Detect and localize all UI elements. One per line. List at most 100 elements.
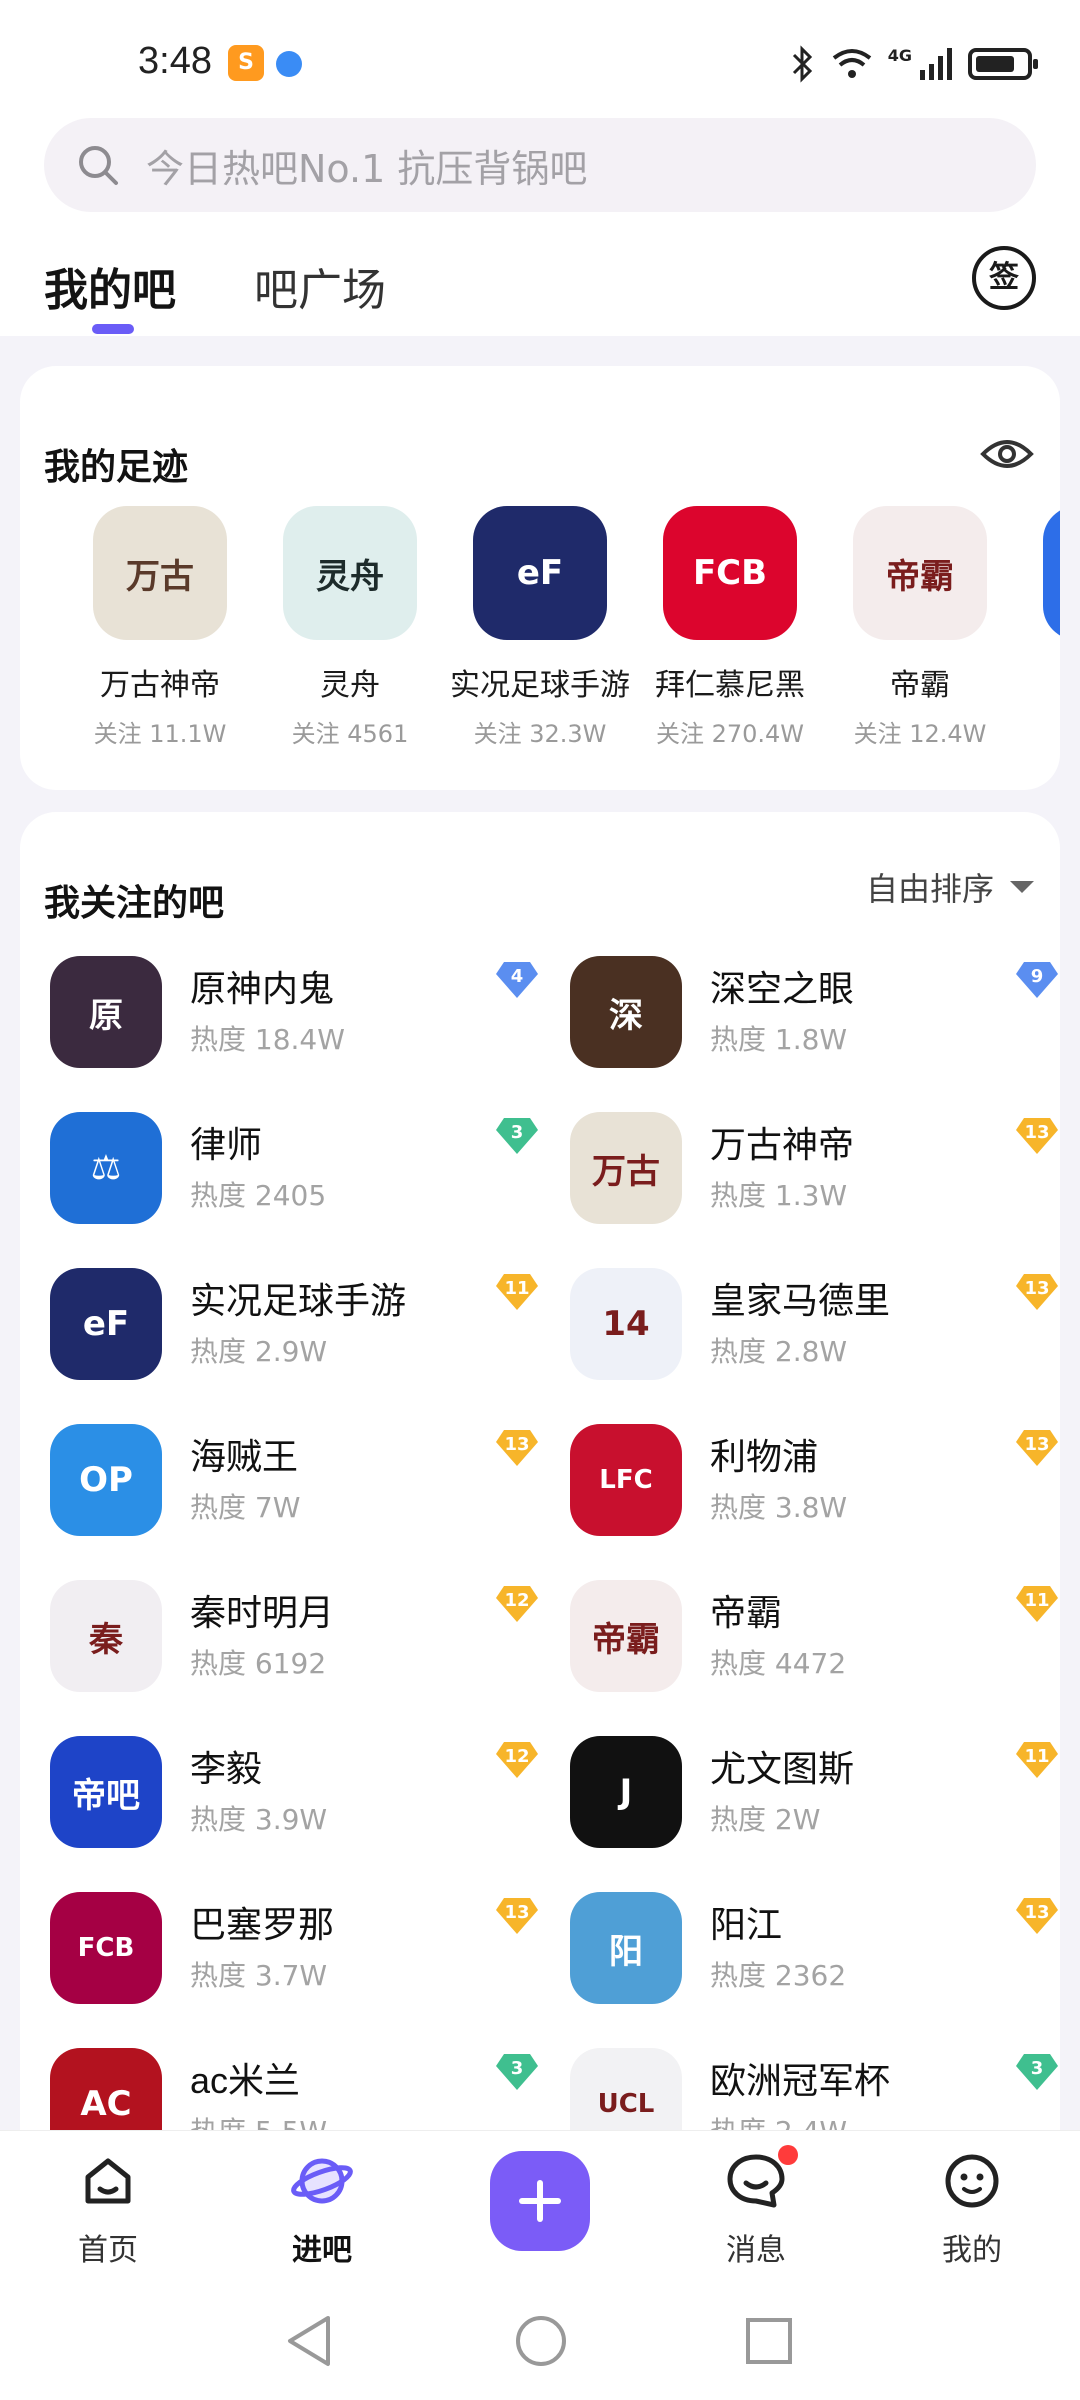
footprint-follow-count: 关注 12.4W (853, 720, 987, 748)
nav-home[interactable]: 首页 (38, 2151, 178, 2269)
wifi-icon (832, 49, 871, 78)
level-badge: 13 (1014, 1896, 1060, 1936)
search-bar[interactable]: 今日热吧No.1 抗压背锅吧 (44, 118, 1036, 212)
level-badge: 4 (494, 960, 540, 1000)
bar-avatar-art: AC (80, 2084, 132, 2124)
level-badge: 12 (494, 1740, 540, 1780)
followed-bar-item[interactable]: UCL 欧洲冠军杯热度 2.4W 3 (570, 2038, 1080, 2130)
footprint-name: 实况足球手游 (450, 668, 630, 703)
followed-bar-item[interactable]: LFC 利物浦 热度 3.8W 13 (570, 1414, 1080, 1570)
content-area: 我的足迹 万古 万古神帝 关注 11.1W 灵舟 灵舟 关注 4561 eF 实况足球手游 关注… (0, 336, 1080, 2130)
bar-name: 帝霸 (710, 1592, 783, 1633)
followed-bar-item[interactable]: 帝霸 帝霸 热度 4472 11 (570, 1570, 1080, 1726)
bar-avatar: eF (50, 1268, 162, 1380)
status-icons: 4G (790, 44, 1038, 84)
bar-heat: 热度 6192 (190, 1647, 327, 1680)
tab-indicator (92, 324, 134, 334)
bar-avatar-art: 灵舟 (316, 556, 384, 597)
bar-avatar-art (1043, 506, 1060, 640)
level-badge: 9 (1014, 960, 1060, 1000)
footprint-follow-count: 关注 4561 (291, 720, 409, 748)
create-post-button[interactable] (490, 2151, 590, 2251)
notification-app-icon: S (228, 45, 264, 81)
followed-bar-item[interactable]: 万古 万古神帝 热度 1.3W 13 (570, 1102, 1080, 1258)
bar-heat: 热度 2.4W (710, 2110, 847, 2130)
followed-bar-item[interactable]: 深 深空之眼 热度 1.8W 9 (570, 946, 1080, 1102)
footprint-item[interactable]: eF 实况足球手游 关注 32.3W (445, 506, 635, 749)
level-number: 12 (504, 1746, 530, 1767)
followed-bar-item[interactable]: ⚖ 律师 热度 2405 3 (50, 1102, 560, 1258)
tab-my-bars[interactable]: 我的吧 (44, 254, 176, 318)
bar-avatar-art: OP (79, 1460, 133, 1500)
bar-avatar-art: 原 (89, 995, 123, 1036)
level-number: 11 (1024, 1746, 1050, 1767)
footprint-item[interactable]: 灵舟 灵舟 关注 4561 (255, 506, 445, 749)
followed-bar-item[interactable]: FCB 巴塞罗那 热度 3.7W 13 (50, 1882, 560, 2038)
bar-heat: 热度 1.3W (710, 1179, 848, 1212)
followed-bar-item[interactable]: 阳 阳江 热度 2362 13 (570, 1882, 1080, 2038)
bar-avatar: 秦 (50, 1580, 162, 1692)
footprint-follow-count: 关注 11.1W (93, 720, 227, 748)
bar-heat: 热度 3.7W (190, 1959, 328, 1992)
nav-bars[interactable]: 进吧 (252, 2151, 392, 2269)
followed-bar-item[interactable]: 原 原神内鬼 热度 18.4W 4 (50, 946, 560, 1102)
level-number: 12 (504, 1590, 530, 1611)
level-badge: 3 (494, 1116, 540, 1156)
bar-heat: 热度 1.8W (710, 1023, 848, 1056)
level-number: 9 (1030, 966, 1044, 987)
followed-bar-item[interactable]: OP 海贼王 热度 7W 13 (50, 1414, 560, 1570)
eye-icon[interactable] (980, 434, 1034, 474)
followed-bar-item[interactable]: 秦 秦时明月 热度 6192 12 (50, 1570, 560, 1726)
followed-bar-item[interactable]: AC ac米兰热度 5.5W 3 (50, 2038, 560, 2130)
bar-avatar-art: 阳 (609, 1931, 643, 1972)
footprint-item[interactable]: 万古 万古神帝 关注 11.1W (65, 506, 255, 749)
recents-icon[interactable] (744, 2316, 794, 2366)
bar-name: 阳江 (710, 1904, 783, 1945)
followed-bar-item[interactable]: 14 皇家马德里 热度 2.8W 13 (570, 1258, 1080, 1414)
level-badge: 13 (1014, 1272, 1060, 1312)
tab-bar-square[interactable]: 吧广场 (254, 254, 386, 318)
level-badge: 12 (494, 1584, 540, 1624)
bar-avatar: ⚖ (50, 1112, 162, 1224)
bar-name: 利物浦 (710, 1436, 819, 1477)
top-tabs: 我的吧 吧广场 签 (0, 236, 1080, 336)
sort-label: 自由排序 (865, 870, 994, 908)
footprint-item[interactable]: FCB 拜仁慕尼黑 关注 270.4W (635, 506, 825, 749)
footprints-card: 我的足迹 万古 万古神帝 关注 11.1W 灵舟 灵舟 关注 4561 eF 实况足球手游 关注… (20, 366, 1060, 790)
followed-bar-item[interactable]: eF 实况足球手游 热度 2.9W 11 (50, 1258, 560, 1414)
bar-avatar: 万古 (570, 1112, 682, 1224)
search-placeholder: 今日热吧No.1 抗压背锅吧 (146, 146, 588, 191)
level-badge: 11 (1014, 1740, 1060, 1780)
footprint-follow-count: 关注 270.4W (655, 720, 805, 748)
footprint-item[interactable]: 帝霸 帝霸 关注 12.4W (825, 506, 1015, 749)
status-time: 3:48 (138, 40, 212, 82)
bar-heat: 热度 2W (710, 1803, 821, 1836)
nav-messages[interactable]: 消息 (686, 2145, 826, 2269)
bar-avatar: 帝吧 (50, 1736, 162, 1848)
sign-in-button[interactable]: 签 (972, 246, 1036, 310)
level-number: 13 (504, 1434, 530, 1455)
level-number: 3 (510, 2058, 524, 2079)
footprint-item[interactable]: 关 (1015, 506, 1060, 695)
nav-mine[interactable]: 我的 (902, 2151, 1042, 2269)
footprints-list: 万古 万古神帝 关注 11.1W 灵舟 灵舟 关注 4561 eF 实况足球手游 关注 32.3… (20, 506, 1060, 756)
home-circle-icon[interactable] (514, 2314, 568, 2368)
bar-avatar-art: J (619, 1772, 633, 1812)
bar-avatar-art: LFC (599, 1465, 653, 1495)
nav-home-label: 首页 (78, 2233, 138, 2268)
back-icon[interactable] (284, 2314, 334, 2368)
level-number: 3 (1030, 2058, 1044, 2079)
followed-bar-item[interactable]: J 尤文图斯 热度 2W 11 (570, 1726, 1080, 1882)
sort-dropdown[interactable]: 自由排序 (866, 864, 1034, 910)
level-badge: 3 (1014, 2052, 1060, 2092)
bar-heat: 热度 7W (190, 1491, 301, 1524)
level-number: 11 (1024, 1590, 1050, 1611)
search-icon (79, 146, 118, 185)
level-number: 11 (504, 1278, 530, 1299)
level-number: 13 (504, 1902, 530, 1923)
bar-name: 欧洲冠军杯 (710, 2060, 891, 2101)
system-nav-bar (0, 2280, 1080, 2400)
bar-avatar-art: eF (82, 1304, 130, 1344)
bar-name: 李毅 (190, 1748, 263, 1789)
followed-bar-item[interactable]: 帝吧 李毅 热度 3.9W 12 (50, 1726, 560, 1882)
